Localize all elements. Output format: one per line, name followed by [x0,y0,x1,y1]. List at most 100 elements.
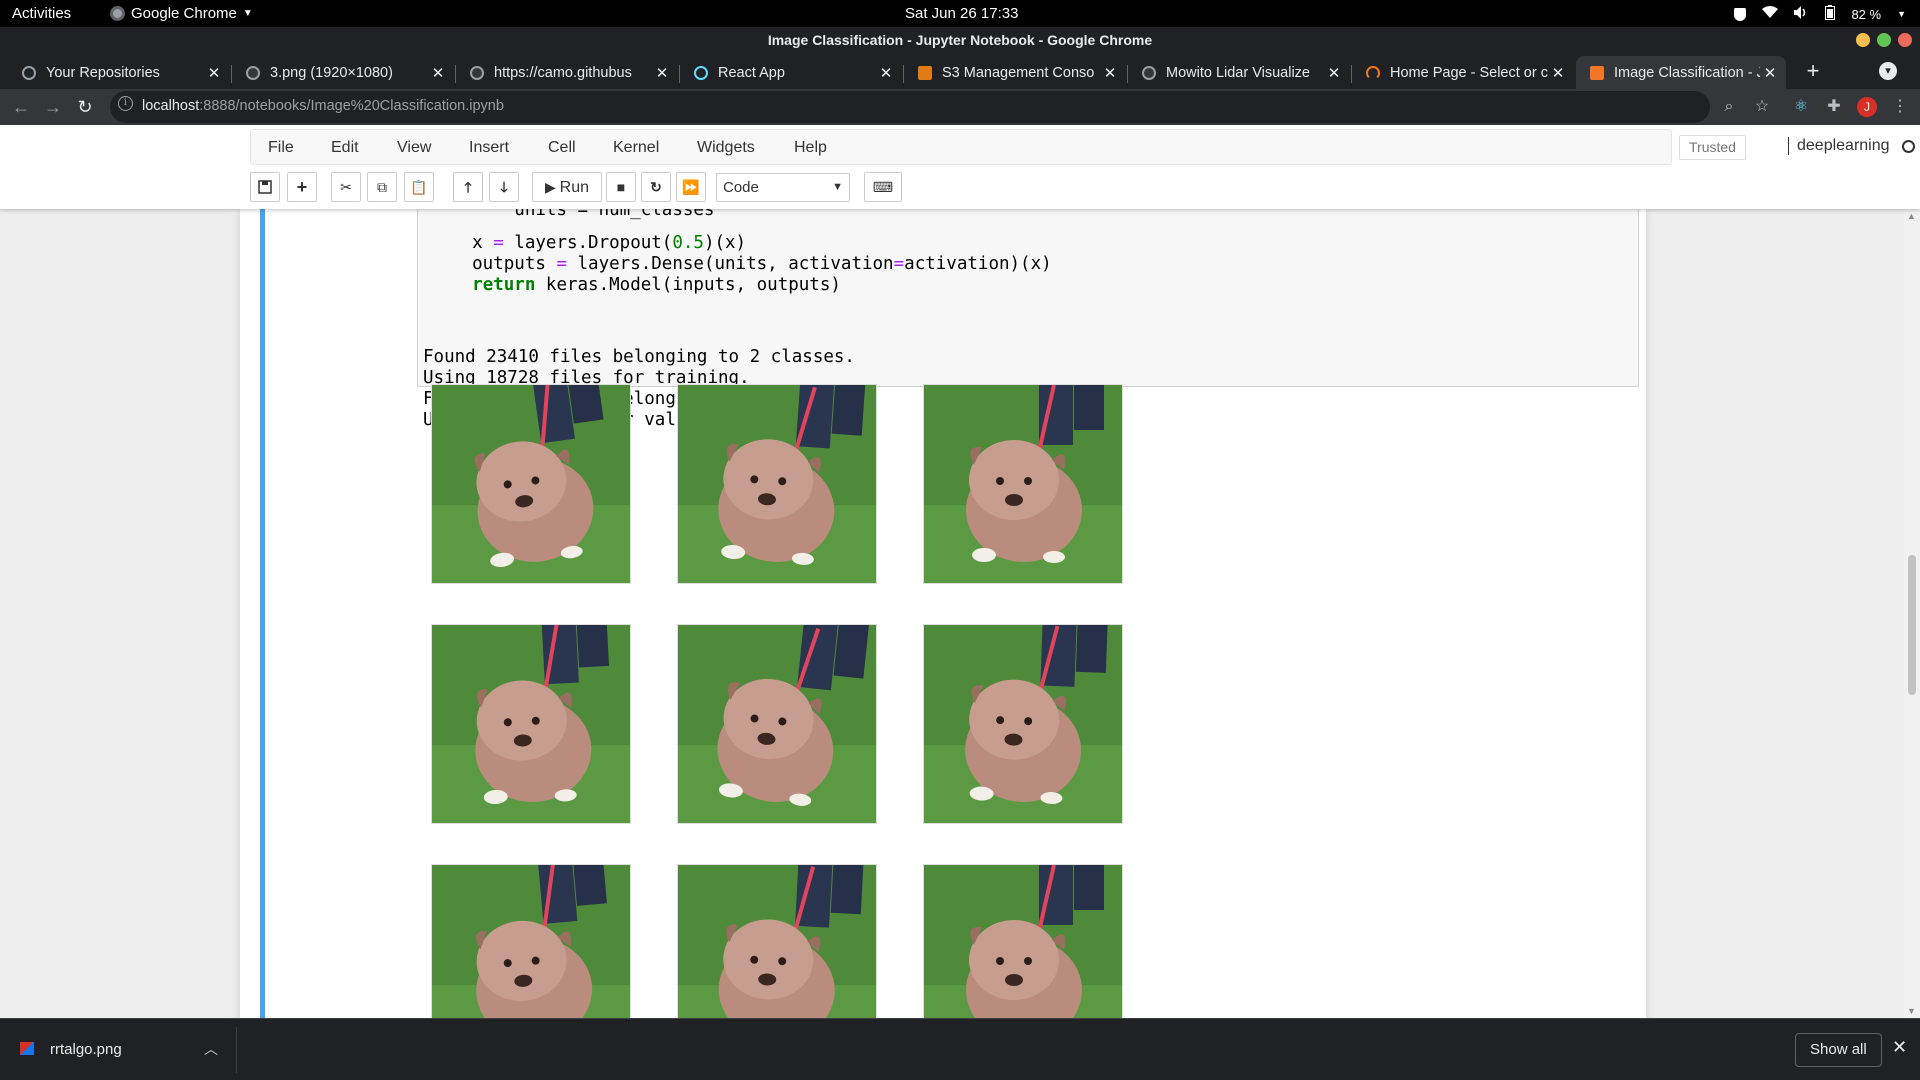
reload-button[interactable]: ↻ [73,95,97,119]
download-filename: rrtalgo.png [50,1041,122,1058]
close-icon[interactable]: ✕ [204,64,224,82]
run-label: Run [559,179,590,196]
tab-your-repositories[interactable]: Your Repositories ✕ [8,56,230,89]
play-icon: ▶ [544,179,556,195]
insert-cell-button[interactable]: + [287,172,317,202]
download-shelf: rrtalgo.png ︿ Show all ✕ [0,1018,1920,1080]
move-up-button[interactable]: 🡑 [453,172,483,202]
chevron-up-icon[interactable]: ︿ [204,1039,218,1059]
save-button[interactable] [250,172,280,202]
tab-title: Home Page - Select or c [1390,64,1548,81]
scroll-down-icon[interactable]: ▼ [1907,1006,1916,1016]
scrollbar-thumb[interactable] [1908,555,1916,695]
code-token: outputs [430,254,557,274]
scroll-up-icon[interactable]: ▲ [1907,211,1916,221]
menu-edit[interactable]: Edit [331,139,359,157]
close-icon[interactable]: ✕ [652,64,672,82]
tab-title: S3 Management Conso [942,64,1095,81]
cell-type-value: Code [723,179,759,196]
menu-help[interactable]: Help [794,139,827,157]
image-file-icon [20,1042,34,1055]
code-token: = [493,233,504,253]
profile-avatar[interactable]: J [1857,97,1877,117]
tab-react-app[interactable]: React App ✕ [680,56,902,89]
forward-button[interactable]: → [41,95,65,119]
cell-type-select[interactable]: Code ▼ [716,173,850,202]
tab-image-classification[interactable]: Image Classification - J ✕ [1576,56,1786,89]
paste-button[interactable]: 📋 [404,172,434,202]
activities-button[interactable]: Activities [12,5,71,22]
download-item[interactable]: rrtalgo.png ︿ [16,1033,236,1067]
cut-button[interactable]: ✂ [331,172,361,202]
menu-insert[interactable]: Insert [469,139,509,157]
tab-title: Mowito Lidar Visualize [1166,64,1310,81]
page-scrollbar[interactable]: ▲ ▼ [1904,209,1920,1018]
augmented-puppy-image [431,864,631,1018]
close-window-button[interactable] [1898,33,1912,47]
divider [236,1027,237,1073]
restart-run-all-button[interactable]: ⏩ [676,172,706,202]
menu-cell[interactable]: Cell [548,139,576,157]
clock[interactable]: Sat Jun 26 17:33 [905,5,1018,22]
tab-camo-github[interactable]: https://camo.githubus ✕ [456,56,678,89]
code-line: x = layers.Dropout(0.5)(x) [430,233,746,253]
augmented-puppy-image [677,864,877,1018]
kernel-name[interactable]: deeplearning [1788,137,1890,155]
tab-search-button[interactable]: ▾ [1879,62,1897,80]
output-line: Found 23410 files belonging to 2 classes… [423,347,855,367]
tab-3-png[interactable]: 3.png (1920×1080) ✕ [232,56,454,89]
code-token: )(x) [703,233,747,253]
restart-button[interactable]: ↻ [641,172,671,202]
code-token: keras.Model(inputs, outputs) [535,275,841,295]
globe-icon [1142,65,1156,80]
tab-s3-management[interactable]: S3 Management Conso ✕ [904,56,1126,89]
tab-home-page[interactable]: Home Page - Select or c ✕ [1352,56,1574,89]
tab-title: https://camo.githubus [494,64,632,81]
menu-kernel[interactable]: Kernel [613,139,659,157]
maximize-button[interactable] [1877,33,1891,47]
show-all-button[interactable]: Show all [1795,1033,1882,1067]
close-icon[interactable]: ✕ [1548,64,1568,82]
command-palette-button[interactable]: ⌨ [864,172,902,202]
close-icon[interactable]: ✕ [1100,64,1120,82]
menu-file[interactable]: File [268,139,294,157]
run-button[interactable]: ▶ Run [532,172,602,202]
bookmark-star-icon[interactable]: ☆ [1750,95,1774,119]
battery-percent: 82 % [1851,6,1882,22]
shield-icon [1734,7,1747,21]
kernel-status-icon [1902,140,1915,153]
zoom-icon[interactable]: ⌕ [1717,95,1741,119]
react-devtools-icon[interactable]: ⚛ [1789,95,1813,119]
code-token: = [556,254,567,274]
close-icon[interactable]: ✕ [876,64,896,82]
menu-widgets[interactable]: Widgets [697,139,755,157]
url-path: :8888/notebooks/Image%20Classification.i… [199,98,504,114]
close-icon[interactable]: ✕ [1892,1037,1907,1058]
page-content: File Edit View Insert Cell Kernel Widget… [0,125,1920,1018]
jupyter-icon [1366,65,1380,80]
menu-view[interactable]: View [397,139,431,157]
app-menu[interactable]: Google Chrome ▼ [110,5,253,22]
close-icon[interactable]: ✕ [428,64,448,82]
new-tab-button[interactable]: + [1800,58,1826,84]
chrome-icon [110,6,125,21]
chevron-down-icon: ▼ [832,181,843,193]
url-text[interactable]: localhost:8888/notebooks/Image%20Classif… [142,98,504,114]
interrupt-button[interactable]: ■ [606,172,636,202]
menu-kebab-icon[interactable]: ⋮ [1888,95,1912,119]
close-icon[interactable]: ✕ [1760,64,1780,82]
trusted-badge[interactable]: Trusted [1679,135,1746,160]
augmented-puppy-image [677,624,877,824]
copy-button[interactable]: ⧉ [367,172,397,202]
tab-mowito-lidar[interactable]: Mowito Lidar Visualize ✕ [1128,56,1350,89]
move-down-button[interactable]: 🡓 [489,172,519,202]
close-icon[interactable]: ✕ [1324,64,1344,82]
system-tray[interactable]: 82 % ▼ [1734,5,1906,23]
minimize-button[interactable] [1856,33,1870,47]
code-line: return keras.Model(inputs, outputs) [430,275,841,295]
back-button[interactable]: ← [9,95,33,119]
extensions-icon[interactable]: ✚ [1822,95,1846,119]
info-icon[interactable]: i [118,96,133,111]
github-icon [22,65,36,80]
